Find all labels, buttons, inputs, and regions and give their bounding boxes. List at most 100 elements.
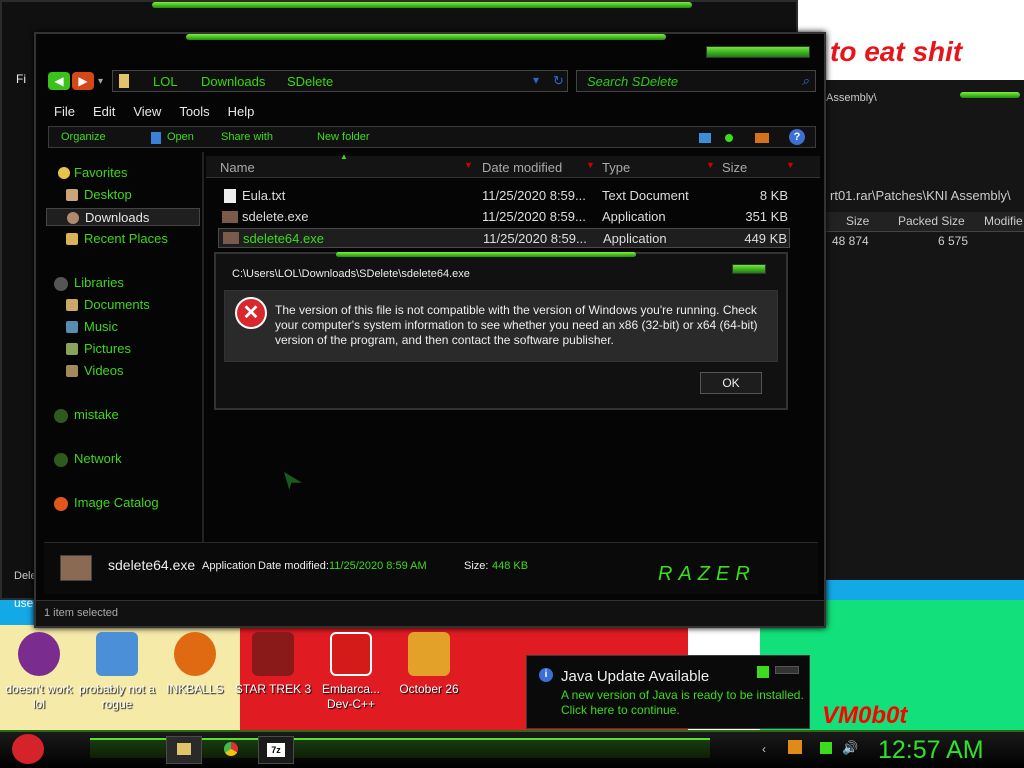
star-trek-icon (252, 632, 294, 676)
menu-file[interactable]: File (54, 102, 75, 122)
back-menu-file[interactable]: Fi (16, 72, 26, 86)
folder-icon (119, 74, 129, 88)
show-hidden-icons-icon[interactable]: ‹ (762, 742, 766, 756)
details-pane-icon[interactable] (755, 133, 769, 143)
desktop-icon-star-trek[interactable]: STAR TREK 3 (234, 632, 312, 697)
taskbar-chrome-button[interactable] (214, 736, 250, 764)
menu-view[interactable]: View (133, 102, 161, 122)
archive-size-value: 48 874 (832, 234, 869, 248)
nav-label: Downloads (85, 210, 150, 225)
java-tray-icon[interactable] (788, 740, 802, 754)
devcpp-icon (330, 632, 372, 676)
nav-pictures[interactable]: Pictures (46, 340, 131, 358)
nav-network[interactable]: Network (46, 450, 122, 468)
col-modified[interactable]: Modifie (984, 214, 1023, 228)
nav-videos[interactable]: Videos (46, 362, 124, 380)
file-name: sdelete64.exe (243, 231, 324, 246)
volume-icon[interactable]: 🔊 (842, 740, 858, 756)
pane-divider[interactable] (202, 152, 204, 542)
libraries-icon (54, 277, 68, 291)
action-center-icon[interactable] (820, 742, 832, 754)
breadcrumb-sdelete[interactable]: SDelete (287, 74, 333, 89)
open-button[interactable]: Open (167, 131, 194, 143)
file-row[interactable]: sdelete.exe 11/25/2020 8:59... Applicati… (218, 207, 790, 227)
notification-body[interactable]: A new version of Java is ready to be ins… (561, 688, 805, 718)
breadcrumb-downloads[interactable]: Downloads (201, 74, 265, 89)
nav-label: Recent Places (84, 231, 168, 246)
column-filter-icon[interactable]: ▼ (586, 160, 595, 170)
details-size: 448 KB (492, 560, 529, 572)
recent-pages-chevron-icon[interactable]: ▾ (98, 76, 103, 87)
search-icon[interactable]: ⌕ (802, 73, 809, 89)
window-controls[interactable] (706, 46, 810, 58)
column-filter-icon[interactable]: ▼ (464, 160, 473, 170)
homegroup-icon (54, 409, 68, 423)
breadcrumb-lol[interactable]: LOL (153, 74, 178, 89)
back-arrow-icon[interactable]: ◀ (48, 72, 70, 90)
razer-logo: RAZER (658, 563, 756, 585)
error-icon: ✕ (235, 297, 267, 329)
notification-option-icon[interactable] (757, 666, 769, 678)
nav-libraries[interactable]: Libraries (46, 274, 124, 292)
close-icon[interactable] (732, 264, 766, 274)
background-archive-window[interactable]: Assembly\ rt01.rar\Patches\KNI Assembly\… (800, 80, 1024, 580)
nav-mistake[interactable]: mistake (46, 406, 119, 424)
nav-image-catalog[interactable]: Image Catalog (46, 494, 159, 512)
desktop-icon-label: INKBALLS (166, 682, 224, 696)
forward-arrow-icon[interactable]: ▶ (72, 72, 94, 90)
col-size[interactable]: Size (846, 214, 869, 228)
column-name[interactable]: Name (220, 160, 255, 175)
column-filter-icon[interactable]: ▼ (786, 160, 795, 170)
java-update-notification[interactable]: i Java Update Available A new version of… (526, 655, 810, 729)
documents-icon (66, 299, 78, 311)
image-catalog-icon (54, 497, 68, 511)
nav-desktop[interactable]: Desktop (46, 186, 132, 204)
file-row[interactable]: Eula.txt 11/25/2020 8:59... Text Documen… (218, 186, 790, 206)
file-row-selected[interactable]: sdelete64.exe 11/25/2020 8:59... Applica… (218, 228, 790, 248)
file-date: 11/25/2020 8:59... (482, 188, 586, 203)
folder-icon (177, 743, 191, 755)
taskbar: 7z ‹ 🔊 12:57 AM (0, 730, 1024, 768)
close-icon[interactable] (775, 666, 799, 674)
column-date[interactable]: Date modified (482, 160, 562, 175)
ok-button[interactable]: OK (700, 372, 762, 394)
menu-edit[interactable]: Edit (93, 102, 115, 122)
column-filter-icon[interactable]: ▼ (706, 160, 715, 170)
taskbar-explorer-button[interactable] (166, 736, 202, 764)
nav-recent-places[interactable]: Recent Places (46, 230, 168, 248)
explorer-window[interactable]: ◀ ▶ ▾ LOL Downloads SDelete ▾ ↻ Search S… (34, 32, 826, 628)
column-type[interactable]: Type (602, 160, 630, 175)
clock[interactable]: 12:57 AM (878, 736, 984, 765)
nav-music[interactable]: Music (46, 318, 118, 336)
help-icon[interactable]: ? (789, 129, 805, 145)
address-dropdown-icon[interactable]: ▾ (533, 73, 539, 87)
desktop-icon-yahoo[interactable]: doesn't work lol (0, 632, 78, 712)
preview-pane-icon[interactable] (725, 134, 733, 142)
taskbar-7zip-button[interactable]: 7z (258, 736, 294, 764)
desktop-icon-rogue[interactable]: probably not a rogue (78, 632, 156, 712)
address-bar[interactable]: LOL Downloads SDelete ▾ ↻ (112, 70, 568, 92)
network-icon (54, 453, 68, 467)
archive-packed-value: 6 575 (938, 234, 969, 248)
col-packed[interactable]: Packed Size (898, 214, 965, 228)
nav-favorites[interactable]: Favorites (46, 164, 127, 182)
start-button-angry-bird-icon[interactable] (12, 734, 44, 764)
desktop-icon-inkballs[interactable]: INKBALLS (156, 632, 234, 697)
error-dialog[interactable]: C:\Users\LOL\Downloads\SDelete\sdelete64… (214, 252, 788, 410)
menu-tools[interactable]: Tools (179, 102, 209, 122)
new-folder-button[interactable]: New folder (317, 131, 370, 143)
search-input[interactable]: Search SDelete ⌕ (576, 70, 816, 92)
organize-button[interactable]: Organize (61, 131, 106, 143)
notification-title: Java Update Available (561, 668, 710, 685)
nav-documents[interactable]: Documents (46, 296, 150, 314)
menu-help[interactable]: Help (228, 102, 255, 122)
refresh-icon[interactable]: ↻ (553, 73, 564, 89)
column-size[interactable]: Size (722, 160, 747, 175)
desktop-icon-october[interactable]: October 26 (390, 632, 468, 697)
share-with-button[interactable]: Share with (221, 131, 273, 143)
desktop-icon-devcpp[interactable]: Embarca... Dev-C++ (312, 632, 390, 712)
sort-indicator-icon: ▲ (340, 152, 348, 161)
view-options-icon[interactable] (699, 133, 711, 143)
wallpaper-text: to eat shit (830, 36, 963, 67)
nav-downloads[interactable]: Downloads (46, 208, 200, 226)
